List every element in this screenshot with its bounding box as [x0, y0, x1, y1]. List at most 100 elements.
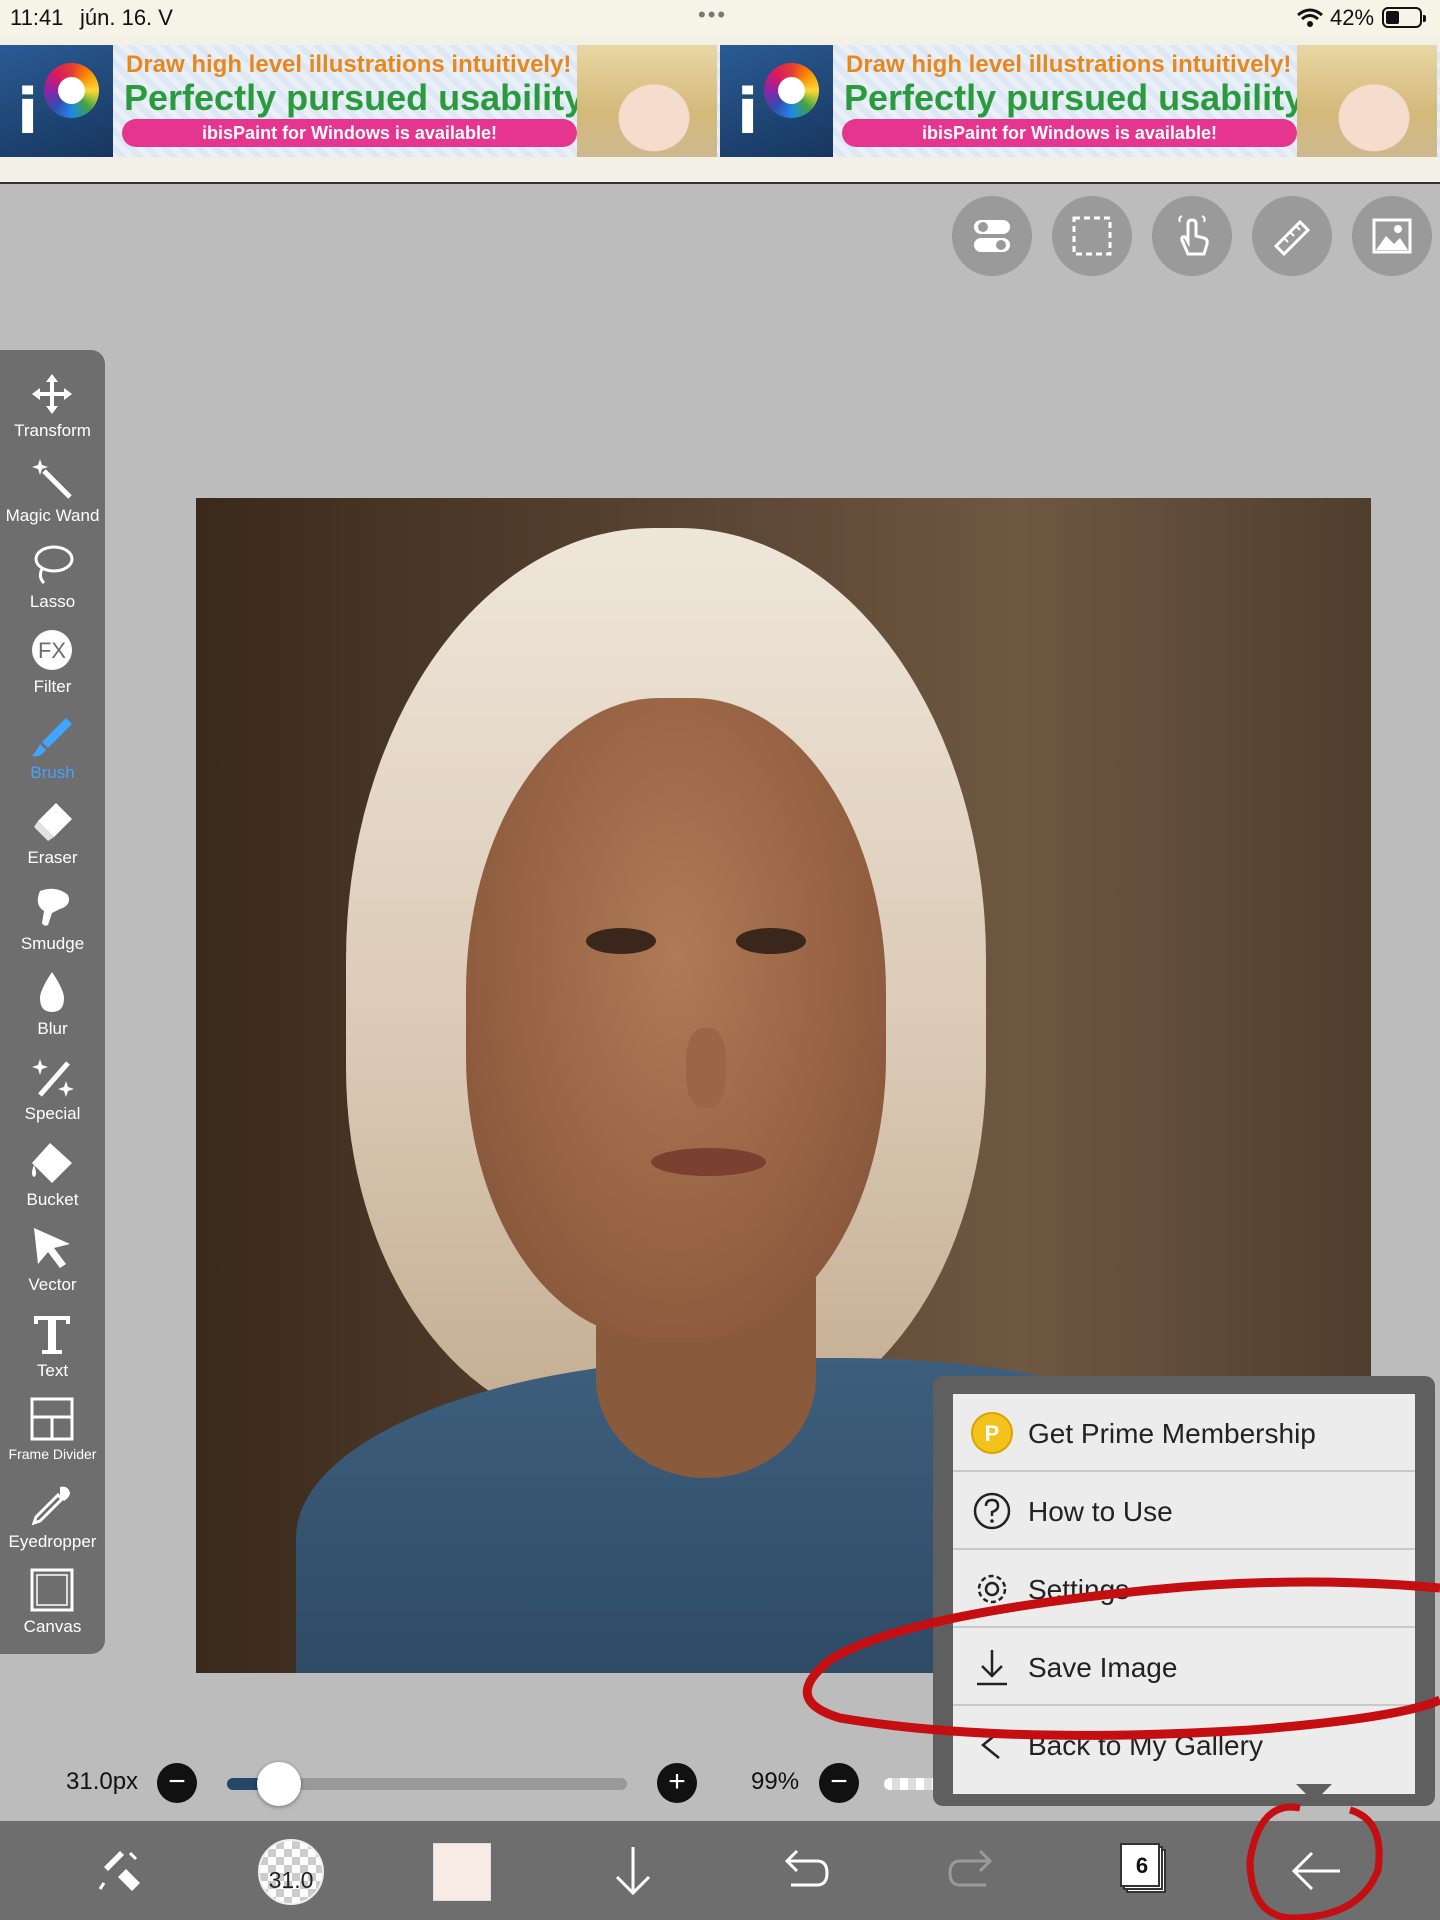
selection-button[interactable]	[1052, 196, 1132, 276]
battery-icon	[1382, 7, 1426, 28]
reference-button[interactable]	[1352, 196, 1432, 276]
popup-menu: P Get Prime Membership How to Use Settin…	[933, 1376, 1435, 1806]
vector-icon	[34, 1228, 70, 1268]
frame-divider-icon	[30, 1397, 74, 1441]
menu-item-save-image[interactable]: Save Image	[953, 1628, 1415, 1706]
back-menu-button[interactable]	[1276, 1835, 1356, 1905]
layer-count: 6	[1135, 1853, 1149, 1878]
tool-bucket[interactable]: Bucket	[0, 1135, 105, 1220]
ruler-icon	[1273, 219, 1311, 257]
menu-item-settings[interactable]: Settings	[953, 1550, 1415, 1628]
battery-fill	[1386, 11, 1400, 24]
toggle-button[interactable]	[952, 196, 1032, 276]
redo-button[interactable]	[934, 1835, 1014, 1905]
menu-item-label: How to Use	[1028, 1496, 1173, 1527]
tool-label: Filter	[33, 677, 72, 696]
color-picker-button[interactable]	[433, 1843, 491, 1901]
arrow-left-icon	[1291, 1851, 1340, 1891]
toggle-icon	[974, 220, 1010, 252]
tool-label: Magic Wand	[5, 506, 100, 525]
tool-eyedropper[interactable]: Eyedropper	[0, 1477, 105, 1562]
layers-button[interactable]: 6	[1120, 1843, 1166, 1895]
undo-button[interactable]	[763, 1835, 843, 1905]
canvas-icon	[30, 1568, 74, 1612]
touch-button[interactable]	[1152, 196, 1232, 276]
artwork-face	[466, 698, 886, 1338]
tool-label: Blur	[37, 1019, 68, 1038]
selection-icon	[1072, 216, 1112, 256]
brush-size-increase-button[interactable]: +	[657, 1763, 697, 1803]
tool-label: Transform	[14, 421, 91, 440]
brush-preview-size: 31.0	[268, 1867, 314, 1893]
eraser-icon	[34, 803, 72, 841]
ad-character-image	[577, 45, 717, 157]
tool-smudge[interactable]: Smudge	[0, 879, 105, 964]
tool-label: Lasso	[29, 592, 76, 611]
tool-lasso[interactable]: Lasso	[0, 537, 105, 622]
menu-item-how-to-use[interactable]: How to Use	[953, 1472, 1415, 1550]
special-icon	[32, 1059, 74, 1097]
brush-icon	[32, 718, 72, 757]
chevron-left-icon	[981, 1731, 1000, 1759]
smudge-icon	[37, 888, 69, 926]
artwork-mouth	[651, 1148, 766, 1176]
wifi-icon	[1297, 8, 1323, 27]
menu-item-back-to-gallery[interactable]: Back to My Gallery	[953, 1706, 1415, 1784]
blur-icon	[40, 972, 64, 1012]
tool-canvas[interactable]: Canvas	[0, 1562, 105, 1647]
tool-label: Special	[24, 1104, 81, 1123]
artwork-eye	[736, 928, 806, 954]
artwork-eye	[586, 928, 656, 954]
svg-text:FX: FX	[38, 638, 66, 663]
tool-eraser[interactable]: Eraser	[0, 793, 105, 878]
brush-size-knob[interactable]	[257, 1762, 301, 1806]
tool-vector[interactable]: Vector	[0, 1220, 105, 1305]
undo-icon	[784, 1849, 829, 1887]
brush-eraser-switch-icon	[98, 1851, 140, 1891]
menu-item-label: Settings	[1028, 1574, 1130, 1605]
brush-preview-button[interactable]: 31.0	[258, 1839, 324, 1905]
touch-icon	[1178, 215, 1209, 256]
tool-blur[interactable]: Blur	[0, 964, 105, 1049]
opacity-value: 99%	[751, 1768, 800, 1795]
ruler-button[interactable]	[1252, 196, 1332, 276]
tool-brush[interactable]: Brush	[0, 708, 105, 793]
multitask-dots[interactable]: •••	[698, 2, 727, 28]
menu-item-label: Save Image	[1028, 1652, 1178, 1683]
ad-title: Perfectly pursued usability!	[844, 77, 1317, 118]
menu-item-prime[interactable]: P Get Prime Membership	[953, 1394, 1415, 1472]
tool-switch-button[interactable]	[82, 1835, 162, 1905]
tool-text[interactable]: Text	[0, 1306, 105, 1391]
tool-label: Smudge	[20, 934, 85, 953]
tool-filter[interactable]: FX Filter	[0, 622, 105, 707]
arrow-down-icon	[615, 1847, 651, 1896]
opacity-decrease-button[interactable]: −	[819, 1763, 859, 1803]
ad-card[interactable]: i Draw high level illustrations intuitiv…	[720, 45, 1440, 157]
ad-card[interactable]: i Draw high level illustrations intuitiv…	[0, 45, 720, 157]
tool-magic-wand[interactable]: Magic Wand	[0, 451, 105, 536]
tool-label: Eraser	[27, 848, 78, 867]
tool-label: Eyedropper	[8, 1532, 97, 1551]
tool-transform[interactable]: Transform	[0, 366, 105, 451]
popup-arrow	[1296, 1784, 1332, 1802]
tool-label: Vector	[28, 1275, 77, 1294]
tool-palette: Transform Magic Wand Lasso FX Filter Bru…	[0, 350, 105, 1654]
ad-banner[interactable]: i Draw high level illustrations intuitiv…	[0, 36, 1440, 184]
ibispaint-logo-icon: i	[720, 45, 833, 157]
status-date: jún. 16. V	[80, 5, 173, 30]
bottom-toolbar: 31.0 6	[0, 1821, 1440, 1920]
download-layer-button[interactable]	[593, 1835, 673, 1905]
gear-icon	[977, 1574, 1007, 1604]
brush-size-slider[interactable]	[227, 1762, 627, 1806]
redo-icon	[948, 1849, 993, 1887]
lasso-icon	[34, 545, 74, 585]
battery-percent: 42%	[1330, 5, 1375, 30]
ad-cta: ibisPaint for Windows is available!	[122, 119, 577, 147]
magic-wand-icon	[32, 459, 72, 499]
status-time: 11:41	[10, 5, 64, 30]
tool-frame-divider[interactable]: Frame Divider	[0, 1391, 105, 1476]
tool-special[interactable]: Special	[0, 1049, 105, 1134]
eyedropper-icon	[31, 1486, 70, 1526]
brush-size-decrease-button[interactable]: −	[157, 1763, 197, 1803]
svg-text:P: P	[985, 1421, 1000, 1446]
